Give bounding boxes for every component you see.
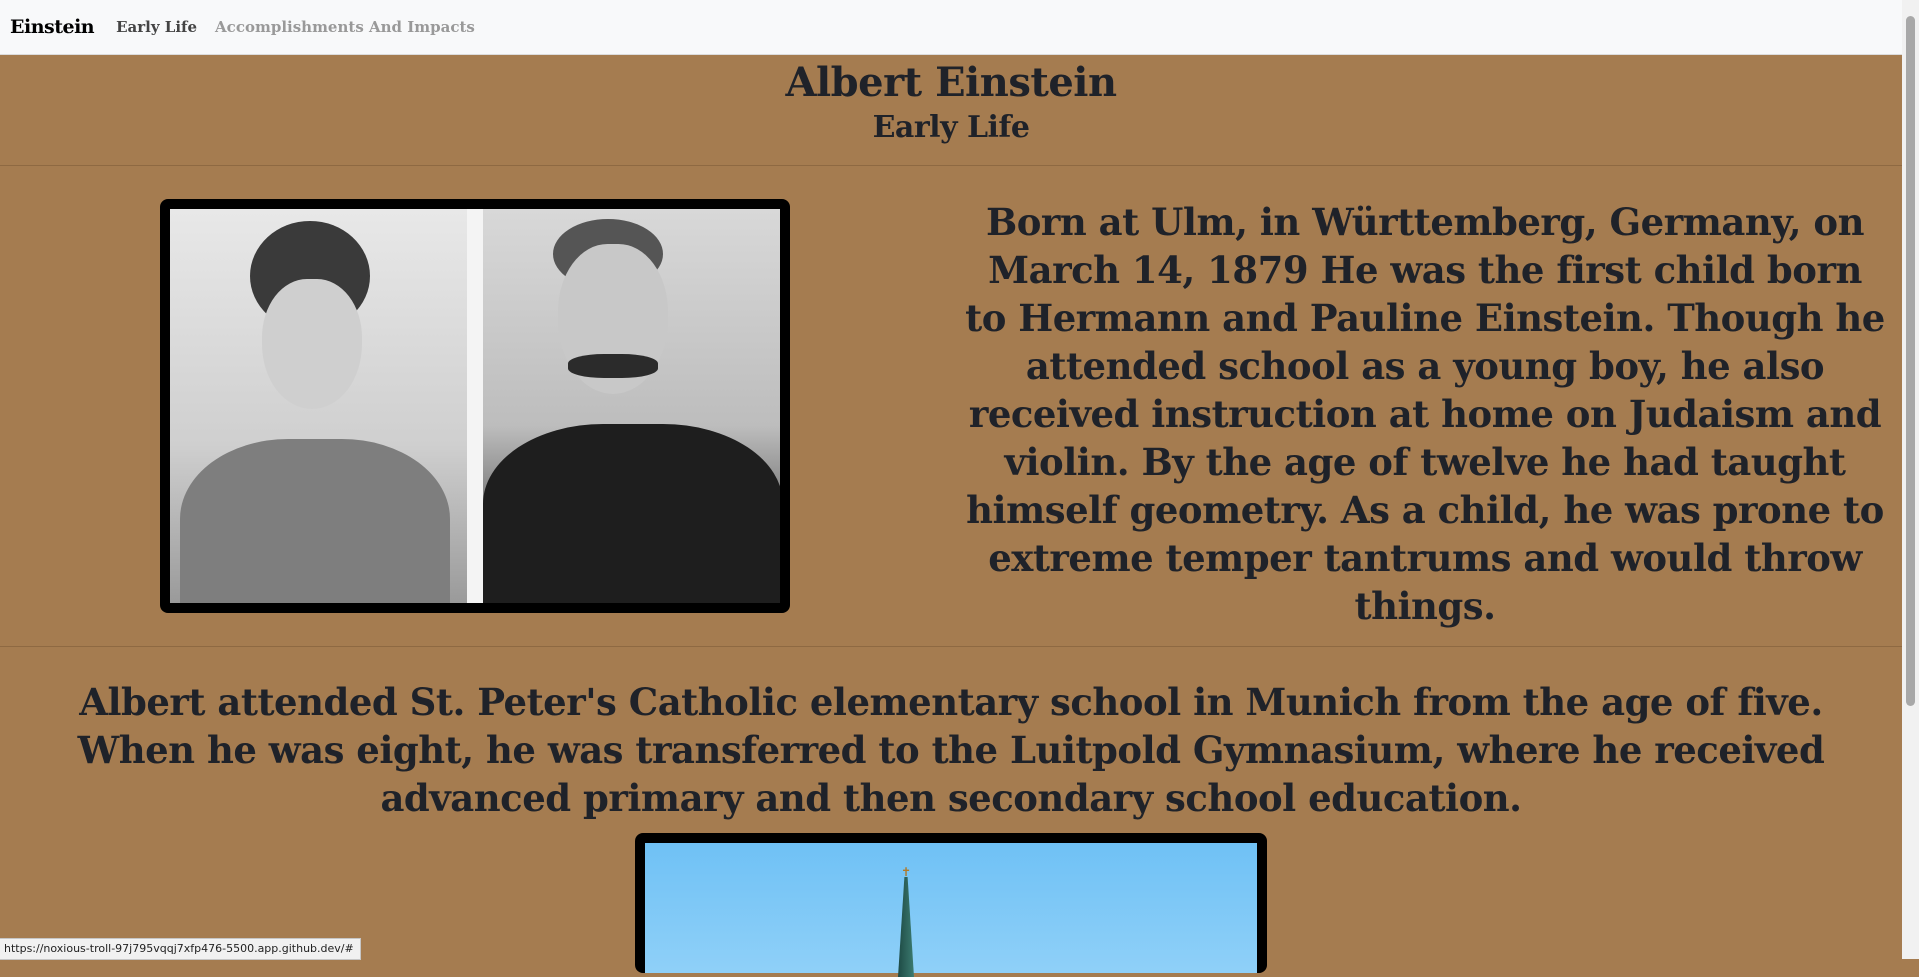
intro-paragraph: Born at Ulm, in Württemberg, Germany, on… <box>965 200 1885 628</box>
nav-link-accomplishments[interactable]: Accomplishments And Impacts <box>215 18 475 36</box>
cross-icon: ✝ <box>901 865 912 879</box>
church-spire <box>898 877 914 977</box>
brand-link[interactable]: Einstein <box>10 16 95 38</box>
top-navbar: Einstein Early Life Accomplishments And … <box>0 0 1902 55</box>
mother-portrait <box>170 209 467 603</box>
section-divider <box>0 646 1902 647</box>
parents-photo <box>160 199 790 613</box>
page-header: Albert Einstein Early Life <box>0 55 1902 166</box>
father-portrait <box>483 209 780 603</box>
link-status-bar: https://noxious-troll-97j795vqqj7xfp476-… <box>0 938 361 960</box>
vertical-scrollbar[interactable] <box>1902 0 1919 959</box>
page-title: Albert Einstein <box>785 59 1117 106</box>
page-subtitle: Early Life <box>872 110 1030 145</box>
school-paragraph: Albert attended St. Peter's Catholic ele… <box>77 680 1825 820</box>
church-photo-image: ✝ <box>645 843 1257 977</box>
scrollbar-thumb[interactable] <box>1906 16 1915 706</box>
nav-link-early-life[interactable]: Early Life <box>116 18 197 36</box>
church-photo: ✝ <box>635 833 1267 977</box>
parents-photo-image <box>170 209 780 603</box>
